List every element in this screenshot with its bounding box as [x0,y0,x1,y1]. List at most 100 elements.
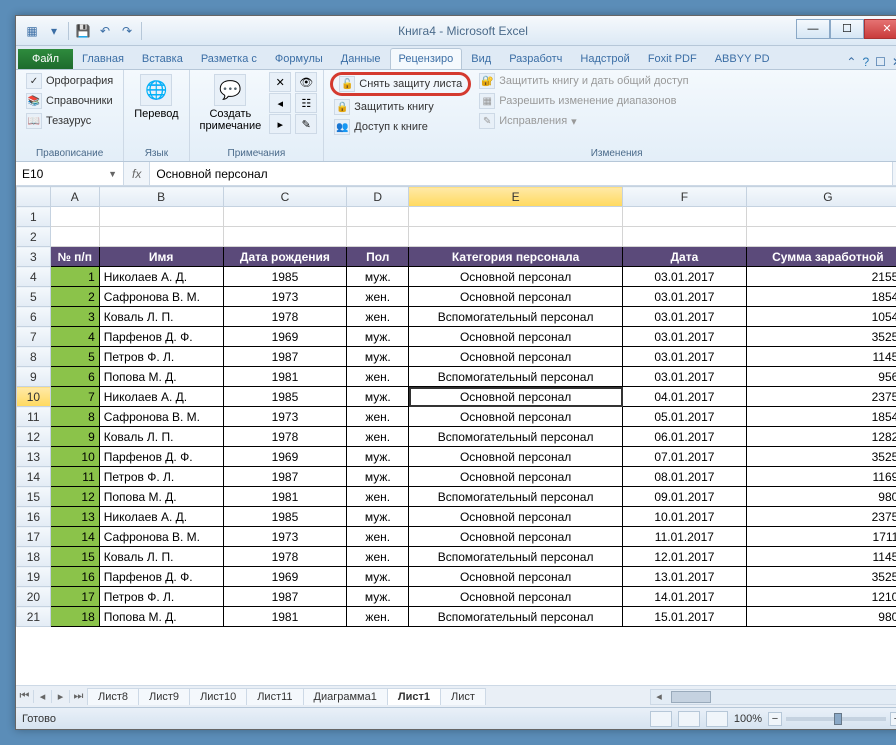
cell-B14[interactable]: Петров Ф. Л. [99,467,223,487]
cell-F16[interactable]: 10.01.2017 [623,507,747,527]
cell-A9[interactable]: 6 [50,367,99,387]
cell-G9[interactable]: 9564 [746,367,896,387]
cell-A18[interactable]: 15 [50,547,99,567]
col-header-G[interactable]: G [746,187,896,207]
cell-D11[interactable]: жен. [347,407,409,427]
cell-E14[interactable]: Основной персонал [409,467,623,487]
allow-edit-ranges-button[interactable]: ▦Разрешить изменение диапазонов [475,92,692,110]
file-tab[interactable]: Файл [18,49,73,69]
zoom-handle[interactable] [834,713,842,725]
cell-B18[interactable]: Коваль Л. П. [99,547,223,567]
fx-button[interactable]: fx [124,167,149,181]
cell-E8[interactable]: Основной персонал [409,347,623,367]
cell[interactable] [99,207,223,227]
cell-C16[interactable]: 1985 [223,507,347,527]
cell-G6[interactable]: 10546 [746,307,896,327]
cell-F18[interactable]: 12.01.2017 [623,547,747,567]
cell-B16[interactable]: Николаев А. Д. [99,507,223,527]
show-comment-button[interactable]: 👁 [295,72,317,92]
ribbon-tab-4[interactable]: Данные [332,48,390,69]
cell-B6[interactable]: Коваль Л. П. [99,307,223,327]
cell-D5[interactable]: жен. [347,287,409,307]
select-all-corner[interactable] [17,187,51,207]
cell-D20[interactable]: муж. [347,587,409,607]
close-button[interactable]: ✕ [864,19,896,39]
cell-C14[interactable]: 1987 [223,467,347,487]
sheet-tab-Лист[interactable]: Лист [440,688,486,705]
ribbon-tab-0[interactable]: Главная [73,48,133,69]
cell-F10[interactable]: 04.01.2017 [623,387,747,407]
cell-G14[interactable]: 11698 [746,467,896,487]
cell-C20[interactable]: 1987 [223,587,347,607]
cell-G18[interactable]: 11456 [746,547,896,567]
cell-A13[interactable]: 10 [50,447,99,467]
row-header-13[interactable]: 13 [17,447,51,467]
cell-C19[interactable]: 1969 [223,567,347,587]
table-header-cell[interactable]: Дата [623,247,747,267]
cell-F20[interactable]: 14.01.2017 [623,587,747,607]
cell[interactable] [409,207,623,227]
formula-input[interactable]: Основной персонал [149,162,892,185]
col-header-F[interactable]: F [623,187,747,207]
cell-D19[interactable]: муж. [347,567,409,587]
namebox-dropdown-icon[interactable]: ▼ [108,169,117,179]
sheet-tab-Лист11[interactable]: Лист11 [246,688,303,705]
translate-button[interactable]: 🌐 Перевод [130,72,182,122]
show-ink-button[interactable]: ✎ [295,114,317,134]
cell-D13[interactable]: муж. [347,447,409,467]
ribbon-tab-8[interactable]: Надстрой [571,48,638,69]
cell-G20[interactable]: 12102 [746,587,896,607]
cell-E18[interactable]: Вспомогательный персонал [409,547,623,567]
cell-D6[interactable]: жен. [347,307,409,327]
cell-C4[interactable]: 1985 [223,267,347,287]
cell-C5[interactable]: 1973 [223,287,347,307]
cell-G19[interactable]: 35254 [746,567,896,587]
cell-E12[interactable]: Вспомогательный персонал [409,427,623,447]
ribbon-tab-3[interactable]: Формулы [266,48,332,69]
cell[interactable] [347,227,409,247]
cell-F12[interactable]: 06.01.2017 [623,427,747,447]
col-header-B[interactable]: B [99,187,223,207]
cell-F5[interactable]: 03.01.2017 [623,287,747,307]
cell-E11[interactable]: Основной персонал [409,407,623,427]
table-header-cell[interactable]: Дата рождения [223,247,347,267]
cell-A12[interactable]: 9 [50,427,99,447]
cell-E20[interactable]: Основной персонал [409,587,623,607]
cell[interactable] [623,207,747,227]
cell-F21[interactable]: 15.01.2017 [623,607,747,627]
sheet-tab-Диаграмма1[interactable]: Диаграмма1 [303,688,388,705]
horizontal-scrollbar[interactable]: ◂ ▸ [650,689,896,705]
cell-B19[interactable]: Парфенов Д. Ф. [99,567,223,587]
cell-A17[interactable]: 14 [50,527,99,547]
cell-B5[interactable]: Сафронова В. М. [99,287,223,307]
row-header-12[interactable]: 12 [17,427,51,447]
row-header-17[interactable]: 17 [17,527,51,547]
research-button[interactable]: 📚Справочники [22,92,117,110]
cell[interactable] [50,207,99,227]
row-header-18[interactable]: 18 [17,547,51,567]
cell[interactable] [746,227,896,247]
cell-G15[interactable]: 9800 [746,487,896,507]
cell-C11[interactable]: 1973 [223,407,347,427]
minimize-ribbon-icon[interactable]: ⌃ [846,55,856,69]
dropdown-icon[interactable]: ▾ [44,21,64,41]
cell-B7[interactable]: Парфенов Д. Ф. [99,327,223,347]
unprotect-sheet-button[interactable]: 🔓Снять защиту листа [330,72,471,96]
cell-E6[interactable]: Вспомогательный персонал [409,307,623,327]
ribbon-tab-2[interactable]: Разметка с [192,48,266,69]
cell-B15[interactable]: Попова М. Д. [99,487,223,507]
col-header-D[interactable]: D [347,187,409,207]
cell-A8[interactable]: 5 [50,347,99,367]
cell-B9[interactable]: Попова М. Д. [99,367,223,387]
cell-G5[interactable]: 18546 [746,287,896,307]
cell[interactable] [746,207,896,227]
table-header-cell[interactable]: Категория персонала [409,247,623,267]
cell-F13[interactable]: 07.01.2017 [623,447,747,467]
minimize-button[interactable]: — [796,19,830,39]
cell-D7[interactable]: муж. [347,327,409,347]
row-header-21[interactable]: 21 [17,607,51,627]
col-header-A[interactable]: A [50,187,99,207]
row-header-14[interactable]: 14 [17,467,51,487]
share-workbook-button[interactable]: 👥Доступ к книге [330,118,471,136]
cell-G8[interactable]: 11456 [746,347,896,367]
